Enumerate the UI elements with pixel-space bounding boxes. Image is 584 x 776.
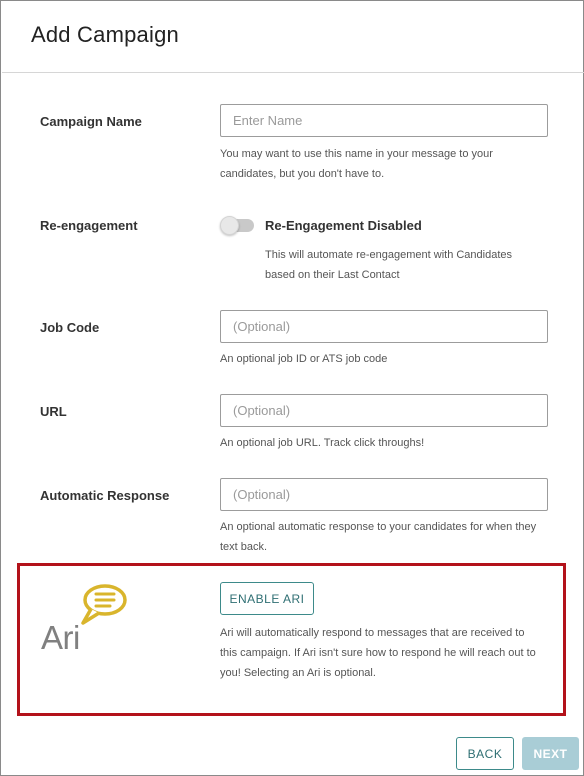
job-code-input[interactable]	[220, 310, 548, 343]
automatic-response-label: Automatic Response	[40, 488, 170, 503]
next-button[interactable]: NEXT	[522, 737, 579, 770]
reengagement-label: Re-engagement	[40, 218, 138, 233]
dialog-title: Add Campaign	[31, 22, 179, 47]
dialog-frame: Add Campaign Campaign Name You may want …	[0, 0, 584, 776]
automatic-response-help-line: An optional automatic response to your c…	[220, 521, 537, 533]
enable-ari-button[interactable]: ENABLE ARI	[220, 582, 314, 615]
url-help: An optional job URL. Track click through…	[220, 437, 425, 449]
job-code-label: Job Code	[40, 320, 100, 335]
ari-help-line: Ari will automatically respond to messag…	[220, 627, 525, 639]
url-label: URL	[40, 404, 67, 419]
ari-help-line: you! Selecting an Ari is optional.	[220, 667, 376, 679]
reengagement-help-line: This will automate re-engagement with Ca…	[265, 249, 513, 261]
url-input[interactable]	[220, 394, 548, 427]
reengagement-help-line: based on their Last Contact	[265, 269, 400, 281]
campaign-name-help: You may want to use this name in your me…	[220, 144, 540, 184]
reengagement-toggle[interactable]	[220, 215, 256, 235]
back-button[interactable]: BACK	[456, 737, 514, 770]
ari-help-line: this campaign. If Ari isn't sure how to …	[220, 647, 536, 659]
campaign-name-label: Campaign Name	[40, 114, 142, 129]
campaign-name-help-line: candidates, but you don't have to.	[220, 168, 385, 180]
dialog-header: Add Campaign	[2, 2, 584, 73]
ari-help: Ari will automatically respond to messag…	[220, 623, 550, 683]
toggle-knob	[220, 216, 239, 235]
job-code-help: An optional job ID or ATS job code	[220, 353, 388, 365]
ari-logo-text: Ari	[41, 619, 80, 656]
automatic-response-input[interactable]	[220, 478, 548, 511]
automatic-response-help: An optional automatic response to your c…	[220, 517, 550, 557]
reengagement-help: This will automate re-engagement with Ca…	[265, 245, 555, 285]
reengagement-status: Re-Engagement Disabled	[265, 218, 422, 233]
automatic-response-help-line: text back.	[220, 541, 268, 553]
campaign-name-input[interactable]	[220, 104, 548, 137]
campaign-name-help-line: You may want to use this name in your me…	[220, 148, 493, 160]
